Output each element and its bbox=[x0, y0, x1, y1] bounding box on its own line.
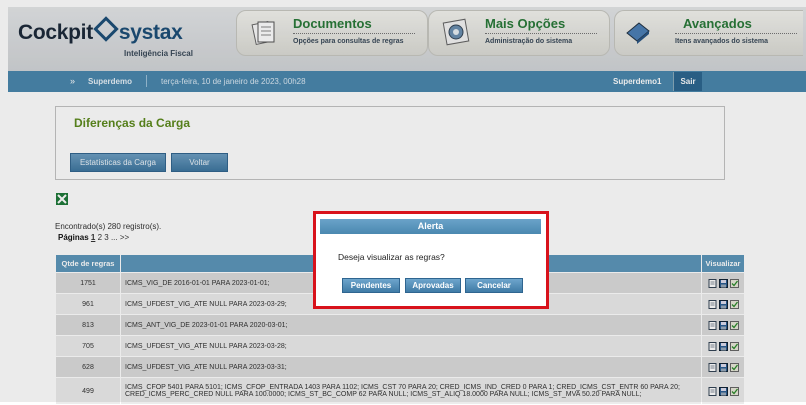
approved-button[interactable]: Aprovadas bbox=[405, 278, 461, 293]
alert-message: Deseja visualizar as regras? bbox=[338, 252, 445, 262]
alert-dialog: Alerta Deseja visualizar as regras? Pend… bbox=[313, 211, 549, 309]
alert-title: Alerta bbox=[320, 219, 541, 234]
modal-overlay bbox=[0, 0, 806, 402]
pending-button[interactable]: Pendentes bbox=[342, 278, 400, 293]
cancel-button[interactable]: Cancelar bbox=[465, 278, 523, 293]
